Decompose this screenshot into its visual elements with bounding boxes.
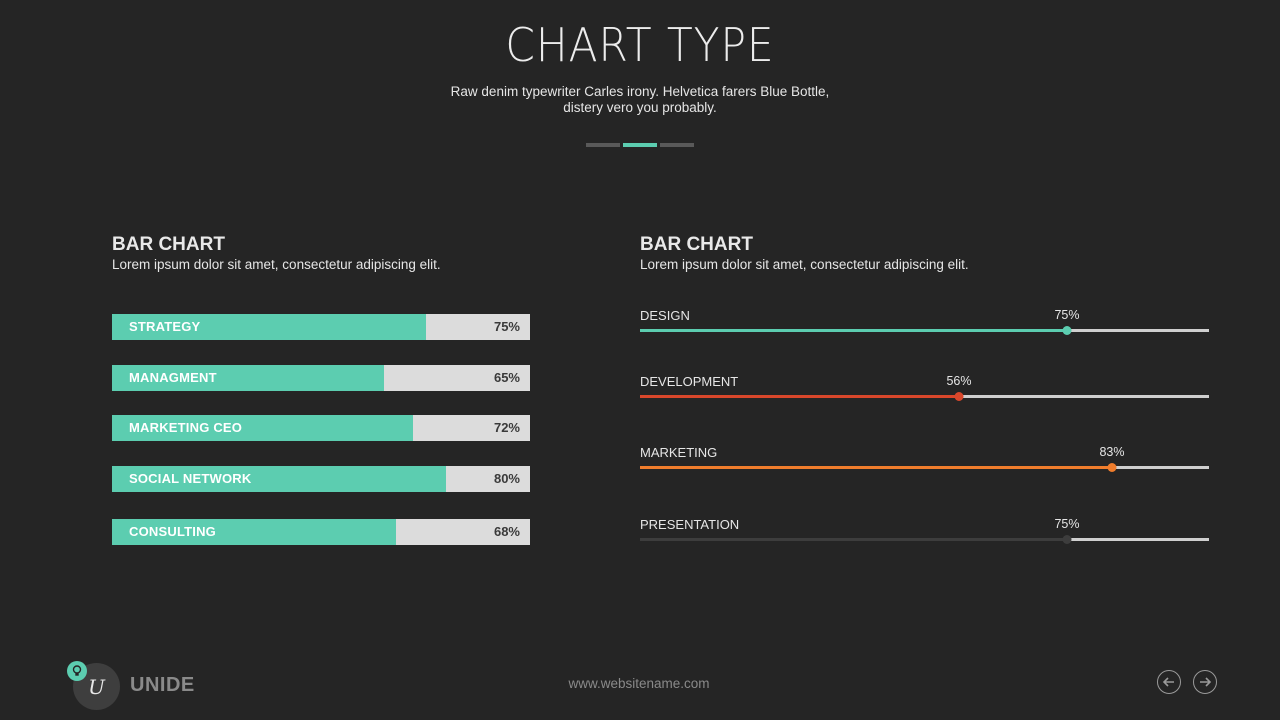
slider-row: DESIGN 75% — [640, 308, 1209, 348]
bar-track: SOCIAL NETWORK 80% — [112, 466, 530, 492]
right-section-title: BAR CHART — [640, 234, 753, 255]
slider-label: PRESENTATION — [640, 517, 740, 532]
bar-label: CONSULTING — [129, 524, 216, 539]
right-section-description: Lorem ipsum dolor sit amet, consectetur … — [640, 257, 969, 272]
slider-fill — [640, 466, 1112, 469]
bar-track: STRATEGY 75% — [112, 314, 530, 340]
slider-value-label: 83% — [1099, 445, 1125, 459]
slider-knob[interactable] — [1062, 535, 1072, 544]
slider-row: MARKETING 83% — [640, 445, 1209, 485]
slide-indicator — [586, 143, 694, 147]
slide-indicator-dot-active[interactable] — [623, 143, 657, 147]
bar-label: MARKETING CEO — [129, 420, 243, 435]
subtitle-line-1: Raw denim typewriter Carles irony. Helve… — [450, 84, 830, 99]
slider-fill — [640, 329, 1067, 332]
slider-value-label: 75% — [1054, 517, 1080, 531]
slider-knob[interactable] — [954, 392, 964, 401]
slider-row: DEVELOPMENT 56% — [640, 374, 1209, 414]
slider-label: MARKETING — [640, 445, 718, 460]
left-section-description: Lorem ipsum dolor sit amet, consectetur … — [112, 257, 441, 272]
slider-knob[interactable] — [1062, 326, 1072, 335]
bar-track: MARKETING CEO 72% — [112, 415, 530, 441]
bar-value-label: 80% — [493, 471, 520, 486]
slide-indicator-dot[interactable] — [586, 143, 620, 147]
page-title: CHART TYPE — [505, 18, 775, 72]
slider-fill — [640, 538, 1067, 541]
website-url[interactable]: www.websitename.com — [0, 676, 1278, 691]
slider-label: DEVELOPMENT — [640, 374, 739, 389]
left-section-title: BAR CHART — [112, 234, 225, 255]
bar-track: CONSULTING 68% — [112, 519, 530, 545]
bar-label: SOCIAL NETWORK — [129, 471, 252, 486]
page-subtitle: Raw denim typewriter Carles irony. Helve… — [390, 84, 890, 116]
next-button[interactable] — [1193, 670, 1217, 694]
slider-value-label: 56% — [946, 374, 972, 388]
slider-value-label: 75% — [1054, 308, 1080, 322]
bar-value-label: 68% — [493, 524, 520, 539]
slider-row: PRESENTATION 75% — [640, 517, 1209, 557]
slider-knob[interactable] — [1107, 463, 1117, 472]
bar-label: MANAGMENT — [129, 370, 217, 385]
bar-label: STRATEGY — [129, 319, 201, 334]
bar-value-label: 75% — [493, 319, 520, 334]
slider-label: DESIGN — [640, 308, 690, 323]
arrow-left-icon — [1162, 677, 1174, 687]
prev-button[interactable] — [1157, 670, 1181, 694]
bar-value-label: 65% — [493, 370, 520, 385]
bar-track: MANAGMENT 65% — [112, 365, 530, 391]
slider-fill — [640, 395, 959, 398]
subtitle-line-2: distery vero you probably. — [563, 100, 717, 115]
slide: CHART TYPE Raw denim typewriter Carles i… — [0, 0, 1280, 720]
arrow-right-icon — [1200, 677, 1212, 687]
slide-indicator-dot[interactable] — [660, 143, 694, 147]
bar-value-label: 72% — [493, 420, 520, 435]
